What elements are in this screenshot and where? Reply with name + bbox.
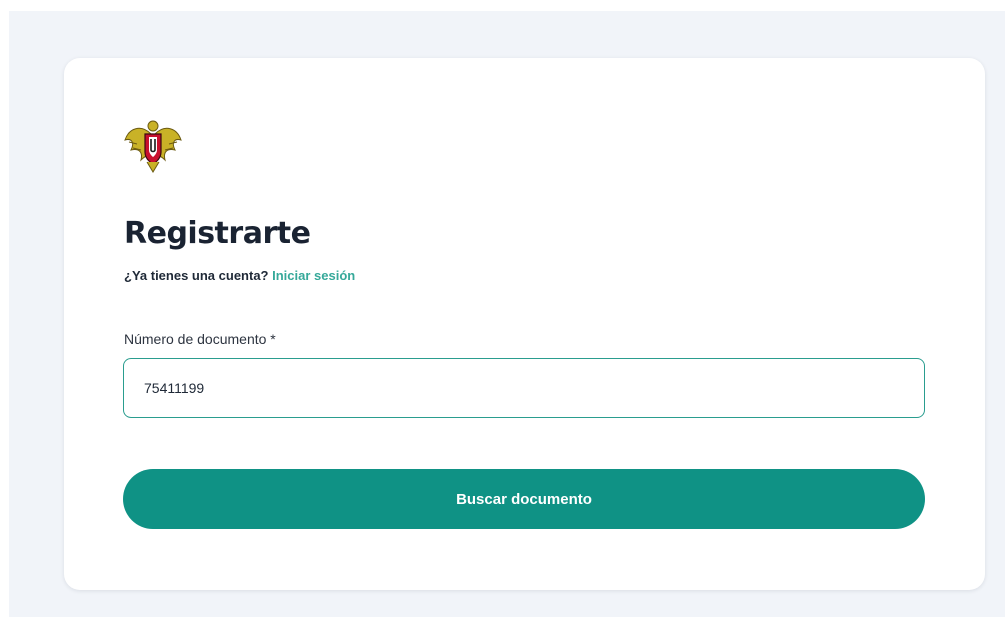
- page-background: Registrarte ¿Ya tienes una cuenta? Inici…: [9, 11, 1005, 617]
- page-title: Registrarte: [124, 216, 311, 251]
- login-prompt: ¿Ya tienes una cuenta? Iniciar sesión: [124, 267, 355, 285]
- document-number-input[interactable]: [123, 358, 925, 418]
- university-crest-icon: [121, 116, 185, 174]
- search-document-button[interactable]: Buscar documento: [123, 469, 925, 529]
- login-link[interactable]: Iniciar sesión: [272, 268, 355, 283]
- document-number-label: Número de documento *: [124, 331, 276, 347]
- register-card: Registrarte ¿Ya tienes una cuenta? Inici…: [64, 58, 985, 590]
- login-prompt-text: ¿Ya tienes una cuenta?: [124, 268, 273, 283]
